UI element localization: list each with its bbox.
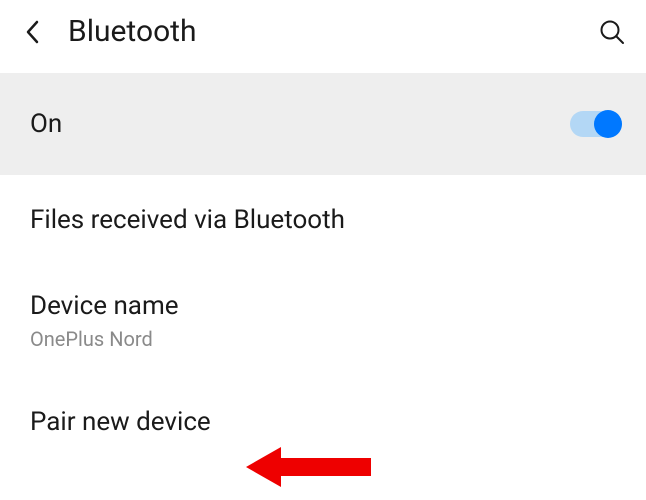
- device-name-item[interactable]: Device name OnePlus Nord: [0, 263, 646, 379]
- bluetooth-toggle[interactable]: [570, 111, 620, 137]
- device-name-value: OnePlus Nord: [30, 327, 616, 351]
- pair-new-device-label: Pair new device: [30, 407, 616, 437]
- header: Bluetooth: [0, 0, 646, 69]
- files-received-item[interactable]: Files received via Bluetooth: [0, 175, 646, 263]
- page-title: Bluetooth: [68, 14, 598, 49]
- search-icon[interactable]: [598, 18, 626, 46]
- pair-new-device-item[interactable]: Pair new device: [0, 379, 646, 465]
- device-name-label: Device name: [30, 291, 616, 321]
- bluetooth-toggle-row[interactable]: On: [0, 73, 646, 175]
- files-received-label: Files received via Bluetooth: [30, 205, 616, 235]
- toggle-label: On: [30, 109, 570, 139]
- back-icon[interactable]: [20, 20, 44, 44]
